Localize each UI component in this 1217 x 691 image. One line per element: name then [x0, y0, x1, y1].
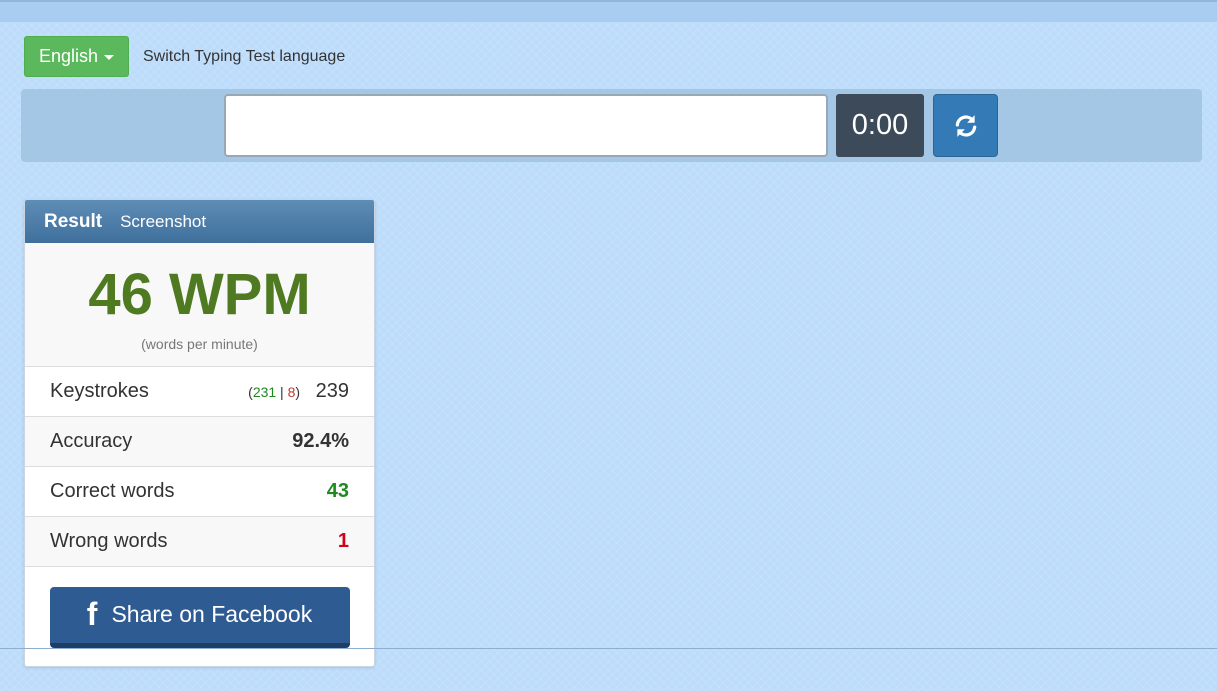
reload-button[interactable] — [933, 94, 998, 157]
keystrokes-values: (231 | 8) 239 — [248, 380, 349, 403]
share-facebook-button[interactable]: f Share on Facebook — [49, 586, 350, 648]
keystrokes-detail: (231 | 8) — [248, 384, 301, 400]
share-wrap: f Share on Facebook — [25, 567, 374, 666]
bottom-divider — [0, 648, 1217, 649]
keystrokes-total: 239 — [315, 380, 349, 402]
result-panel-header: Result Screenshot — [25, 200, 374, 243]
correct-words-row: Correct words 43 — [25, 467, 374, 517]
wpm-value: 46 WPM — [88, 262, 311, 327]
refresh-icon — [955, 114, 976, 137]
accuracy-row: Accuracy 92.4% — [25, 417, 374, 467]
correct-words-value: 43 — [326, 480, 349, 502]
keystrokes-correct: 231 — [252, 384, 277, 400]
language-dropdown-button[interactable]: English — [24, 36, 129, 77]
wrong-words-row: Wrong words 1 — [25, 517, 374, 567]
caret-down-icon — [104, 55, 115, 60]
language-hint: Switch Typing Test language — [143, 47, 346, 65]
wpm-subtitle: (words per minute) — [141, 336, 258, 352]
wrong-words-label: Wrong words — [50, 530, 168, 552]
screenshot-link[interactable]: Screenshot — [120, 212, 206, 232]
top-strip — [0, 0, 1217, 22]
facebook-icon: f — [86, 596, 98, 632]
correct-words-label: Correct words — [50, 480, 175, 502]
keystrokes-row: Keystrokes (231 | 8) 239 — [25, 367, 374, 417]
accuracy-label: Accuracy — [50, 430, 133, 452]
language-row: English Switch Typing Test language — [24, 36, 345, 77]
timer: 0:00 — [836, 94, 924, 157]
result-panel: Result Screenshot 46 WPM (words per minu… — [24, 199, 375, 667]
typing-input[interactable] — [224, 94, 828, 157]
wpm-box: 46 WPM (words per minute) — [25, 243, 374, 367]
wrong-words-value: 1 — [337, 530, 349, 552]
keystrokes-label: Keystrokes — [50, 380, 149, 402]
share-label: Share on Facebook — [111, 601, 313, 627]
test-bar: 0:00 — [21, 89, 1202, 162]
accuracy-value: 92.4% — [292, 430, 349, 452]
language-label: English — [38, 46, 99, 66]
result-title: Result — [44, 210, 103, 232]
